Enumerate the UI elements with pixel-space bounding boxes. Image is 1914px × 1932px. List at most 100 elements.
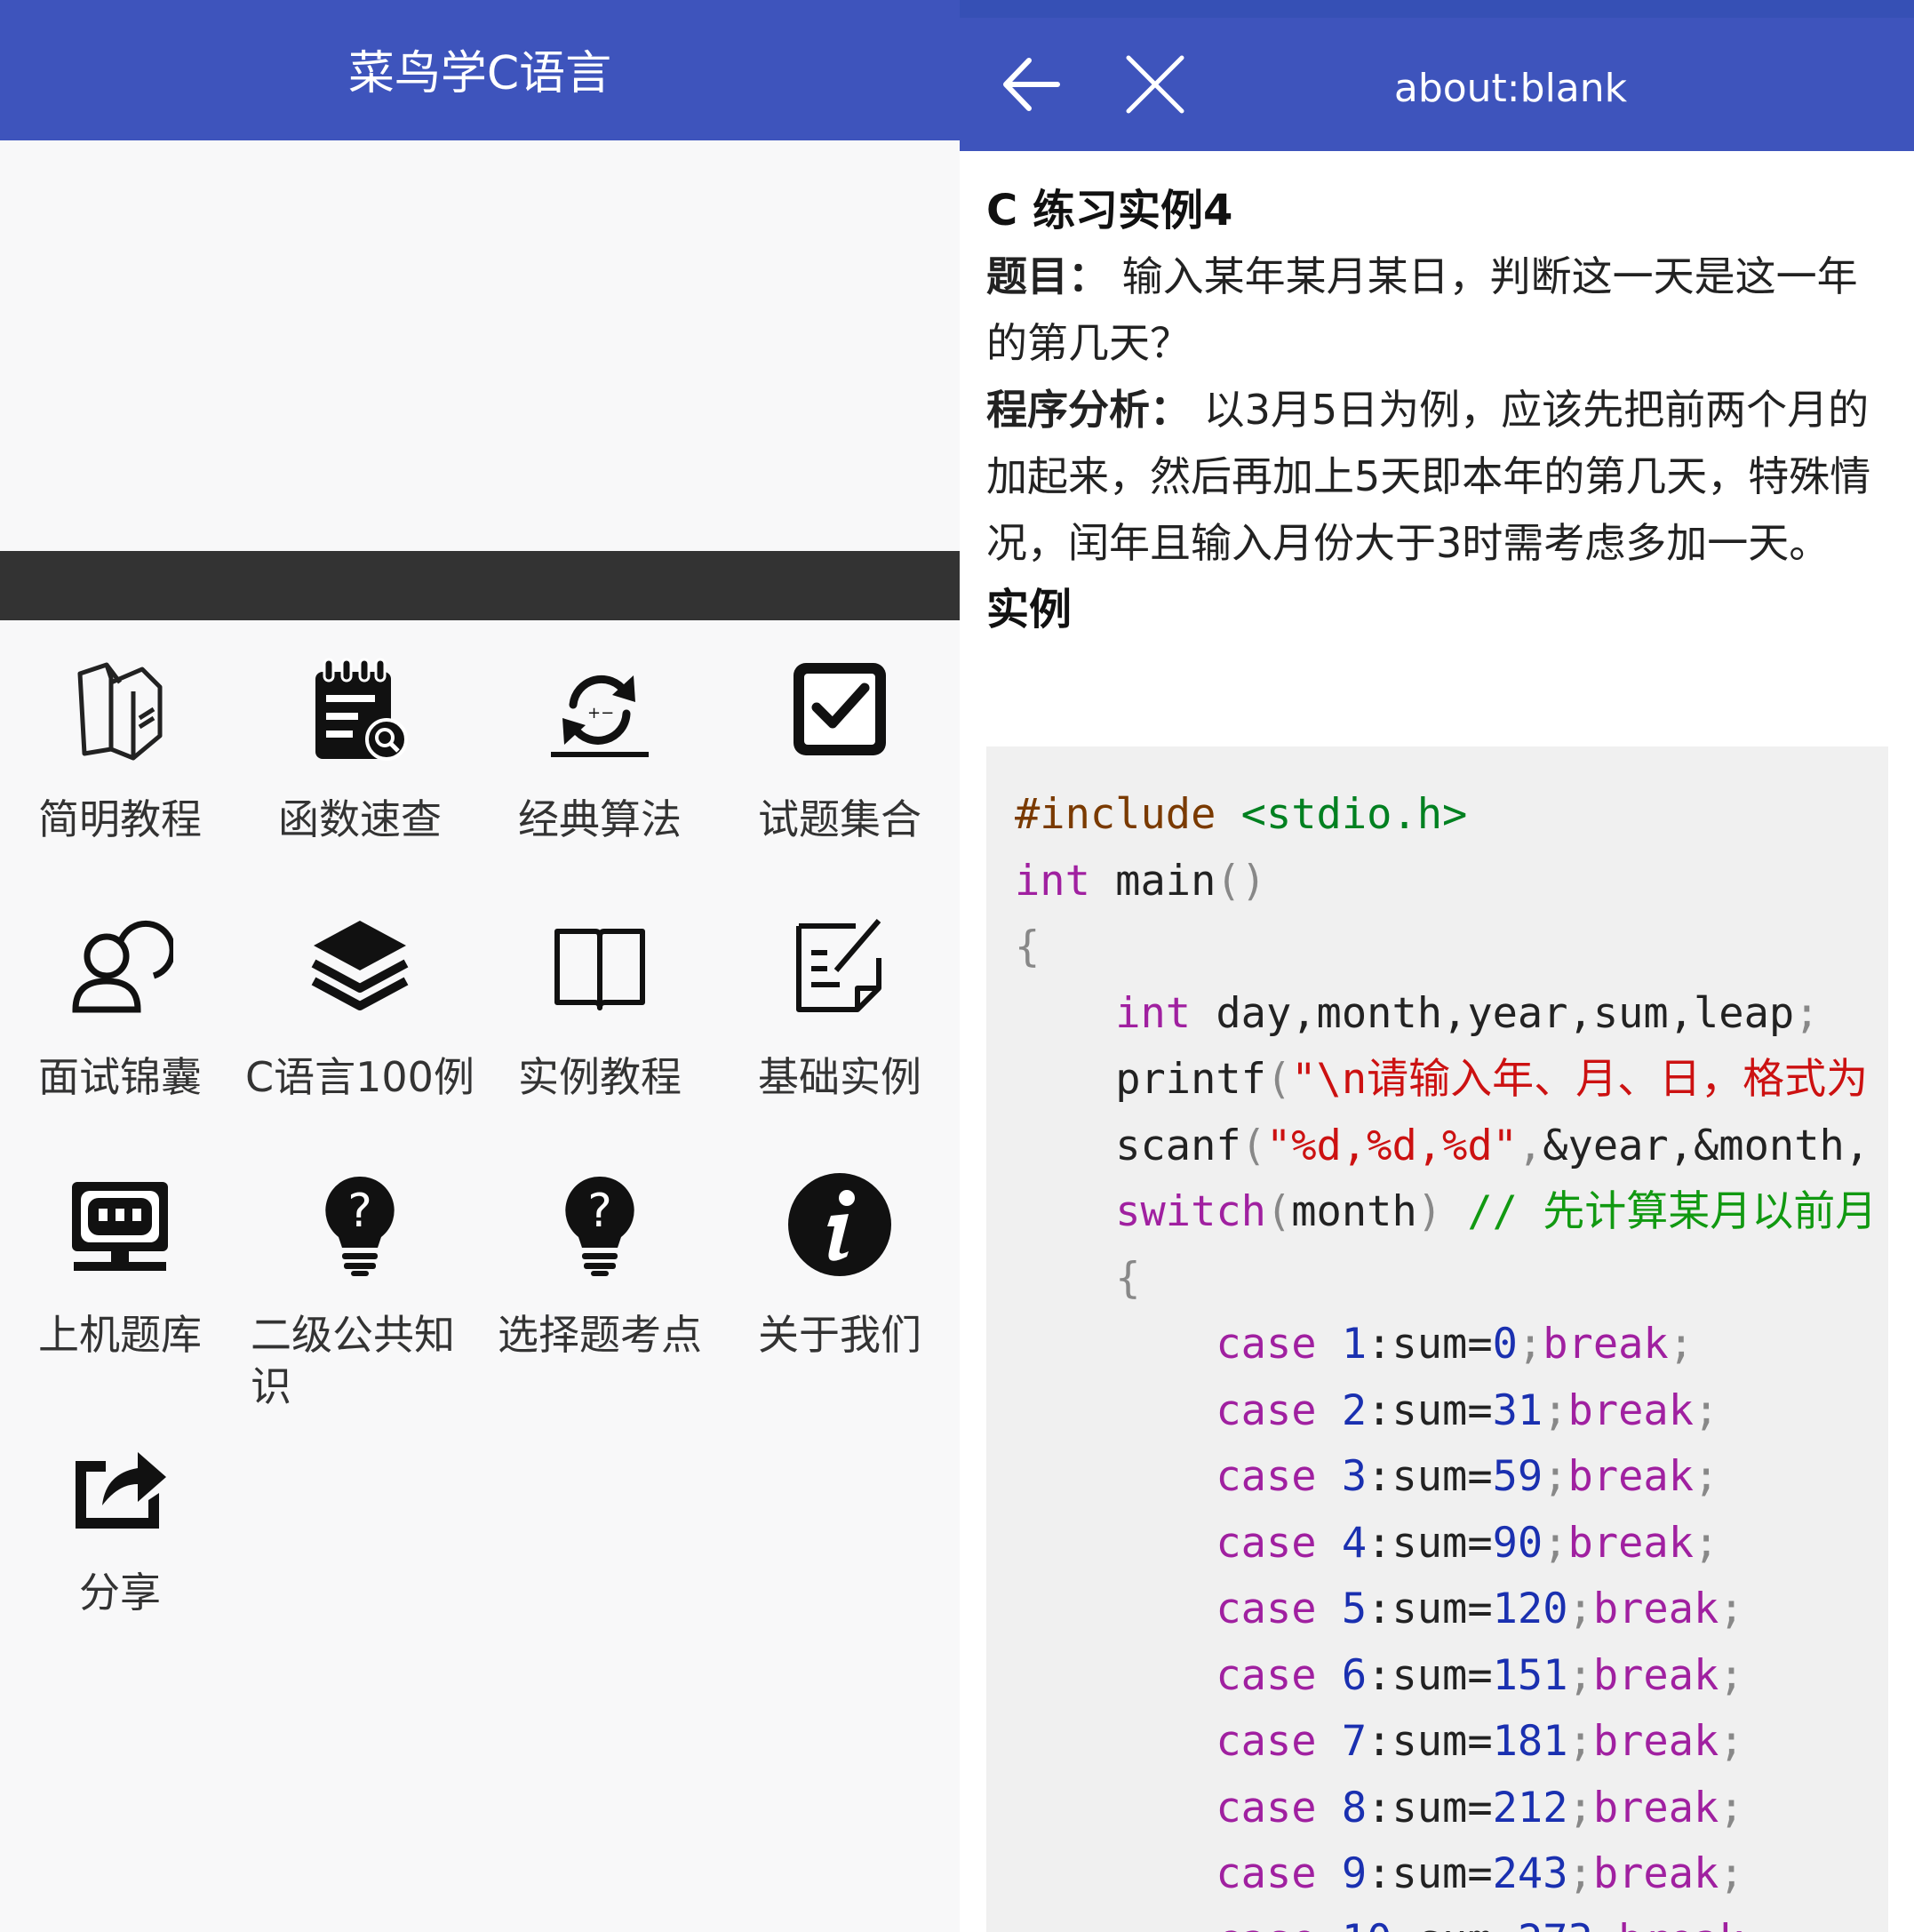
code-token: <stdio.h>: [1240, 790, 1468, 839]
code-token: // 先计算某月以前月: [1467, 1187, 1878, 1236]
menu-label: 面试锦囊: [38, 1053, 202, 1101]
code-token: switch: [1115, 1187, 1266, 1236]
code-token: ;: [1517, 1320, 1543, 1369]
analysis-paragraph: 程序分析： 以3月5日为例，应该先把前两个月的加起来，然后再加上5天即本年的第几…: [986, 377, 1884, 577]
article: C 练习实例4 题目： 输入某年某月某日，判断这一天是这一年的第几天？ 程序分析…: [986, 178, 1884, 643]
code-token: scanf: [1115, 1121, 1241, 1170]
svg-text:+−: +−: [587, 704, 614, 723]
menu-item-functions[interactable]: 函数速查: [240, 620, 480, 878]
menu-item-algorithms[interactable]: +− 经典算法: [480, 620, 720, 878]
code-token: int: [1015, 856, 1090, 906]
menu-item-basic-examples[interactable]: 基础实例: [720, 878, 960, 1136]
code-token: &year,&month,: [1543, 1121, 1870, 1170]
case-keyword: case: [1216, 1518, 1317, 1568]
code-token: ;: [1567, 1717, 1593, 1766]
arrow-left-icon: [1003, 58, 1060, 111]
menu-item-questions[interactable]: 试题集合: [720, 620, 960, 878]
lightbulb-question-icon: ?: [307, 1171, 413, 1278]
menu-item-level2-knowledge[interactable]: ? 二级公共知识: [240, 1136, 480, 1410]
menu-label: C语言100例: [245, 1053, 475, 1101]
case-sum: 212: [1492, 1783, 1568, 1832]
case-sum: 90: [1492, 1518, 1543, 1568]
case-line: case 1:sum=0;break;: [1216, 1320, 1695, 1369]
edit-note-icon: [786, 914, 893, 1020]
code-token: ;: [1567, 1585, 1593, 1633]
svg-text:?: ?: [587, 1185, 612, 1238]
menu-label: 上机题库: [38, 1311, 202, 1359]
users-chat-icon: [67, 914, 173, 1020]
notepad-search-icon: [307, 656, 413, 762]
code-token: ;: [1694, 1385, 1719, 1435]
code-token: "%d,%d,%d": [1265, 1121, 1518, 1170]
menu-label: 关于我们: [758, 1311, 921, 1359]
code-token: ;: [1744, 1916, 1769, 1932]
close-icon: [1126, 55, 1184, 114]
case-line: case 7:sum=181;break;: [1216, 1717, 1744, 1766]
books-icon: [67, 656, 173, 762]
code-token: ;: [1719, 1717, 1744, 1766]
example-heading: 实例: [986, 585, 1073, 635]
menu-label: 基础实例: [758, 1053, 921, 1101]
menu-item-interview[interactable]: 面试锦囊: [0, 878, 240, 1136]
sync-arrows-icon: +−: [546, 656, 653, 762]
case-keyword: case: [1216, 1452, 1317, 1501]
code-token: ;: [1719, 1783, 1744, 1832]
back-button[interactable]: [995, 44, 1066, 124]
break-keyword: break: [1592, 1717, 1719, 1766]
code-token: ;: [1543, 1518, 1568, 1568]
case-keyword: case: [1216, 1650, 1317, 1700]
case-value: 5: [1341, 1585, 1368, 1633]
case-line: case 3:sum=59;break;: [1216, 1452, 1719, 1501]
app-header: 菜鸟学C语言: [0, 7, 960, 140]
problem-paragraph: 题目： 输入某年某月某日，判断这一天是这一年的第几天？: [986, 243, 1884, 377]
menu-item-about-us[interactable]: 关于我们: [720, 1136, 960, 1393]
case-keyword: case: [1216, 1585, 1317, 1633]
case-keyword: case: [1216, 1783, 1317, 1832]
code-token: ;: [1593, 1916, 1618, 1932]
menu-label: 实例教程: [518, 1053, 682, 1101]
code-token: "\n请输入年、月、日，格式为: [1291, 1055, 1869, 1104]
article-title: C 练习实例4: [986, 186, 1233, 236]
status-strip: [960, 0, 1914, 18]
case-value: 3: [1341, 1452, 1368, 1501]
share-icon: [67, 1429, 173, 1536]
code-token: ;: [1543, 1452, 1568, 1501]
menu-item-100-examples[interactable]: C语言100例: [240, 878, 480, 1136]
break-keyword: break: [1592, 1585, 1719, 1633]
code-token: ;: [1543, 1385, 1568, 1435]
break-keyword: break: [1592, 1650, 1719, 1700]
banner-area: [0, 140, 960, 549]
close-button[interactable]: [1120, 49, 1191, 120]
lightbulb-question-icon: ?: [546, 1171, 653, 1278]
menu-item-tutorial[interactable]: 简明教程: [0, 620, 240, 878]
case-value: 7: [1341, 1717, 1368, 1766]
menu-item-choice-points[interactable]: ? 选择题考点: [480, 1136, 720, 1393]
case-value: 1: [1341, 1320, 1368, 1369]
break-keyword: break: [1567, 1385, 1695, 1435]
menu-item-example-tutorial[interactable]: 实例教程: [480, 878, 720, 1136]
break-keyword: break: [1543, 1320, 1669, 1369]
case-value: 8: [1341, 1783, 1368, 1832]
layers-icon: [307, 914, 413, 1020]
code-text: #include <stdio.h> int main() { int day,…: [1015, 782, 1877, 1932]
break-keyword: break: [1567, 1518, 1695, 1568]
menu-item-lab-bank[interactable]: 上机题库: [0, 1136, 240, 1393]
code-token: ;: [1694, 1452, 1719, 1501]
case-line: case 6:sum=151;break;: [1216, 1650, 1744, 1700]
code-token: day,month,year,sum,leap: [1216, 988, 1795, 1038]
code-token: ;: [1668, 1320, 1695, 1369]
menu-item-share[interactable]: 分享: [0, 1393, 240, 1651]
case-value: 2: [1341, 1385, 1368, 1435]
code-token: ;: [1719, 1849, 1744, 1898]
case-value: 9: [1341, 1849, 1368, 1898]
case-line: case 5:sum=120;break;: [1216, 1585, 1744, 1633]
case-sum: 151: [1492, 1650, 1568, 1700]
case-sum: 273: [1518, 1916, 1593, 1932]
case-line: case 10:sum=273;break;: [1015, 1916, 1769, 1932]
case-value: 6: [1341, 1650, 1368, 1700]
browser-toolbar: about:blank: [960, 0, 1914, 151]
status-strip: [0, 0, 960, 7]
code-token: int: [1115, 988, 1192, 1038]
code-token: ;: [1567, 1783, 1593, 1832]
banner-bar: [0, 551, 960, 620]
